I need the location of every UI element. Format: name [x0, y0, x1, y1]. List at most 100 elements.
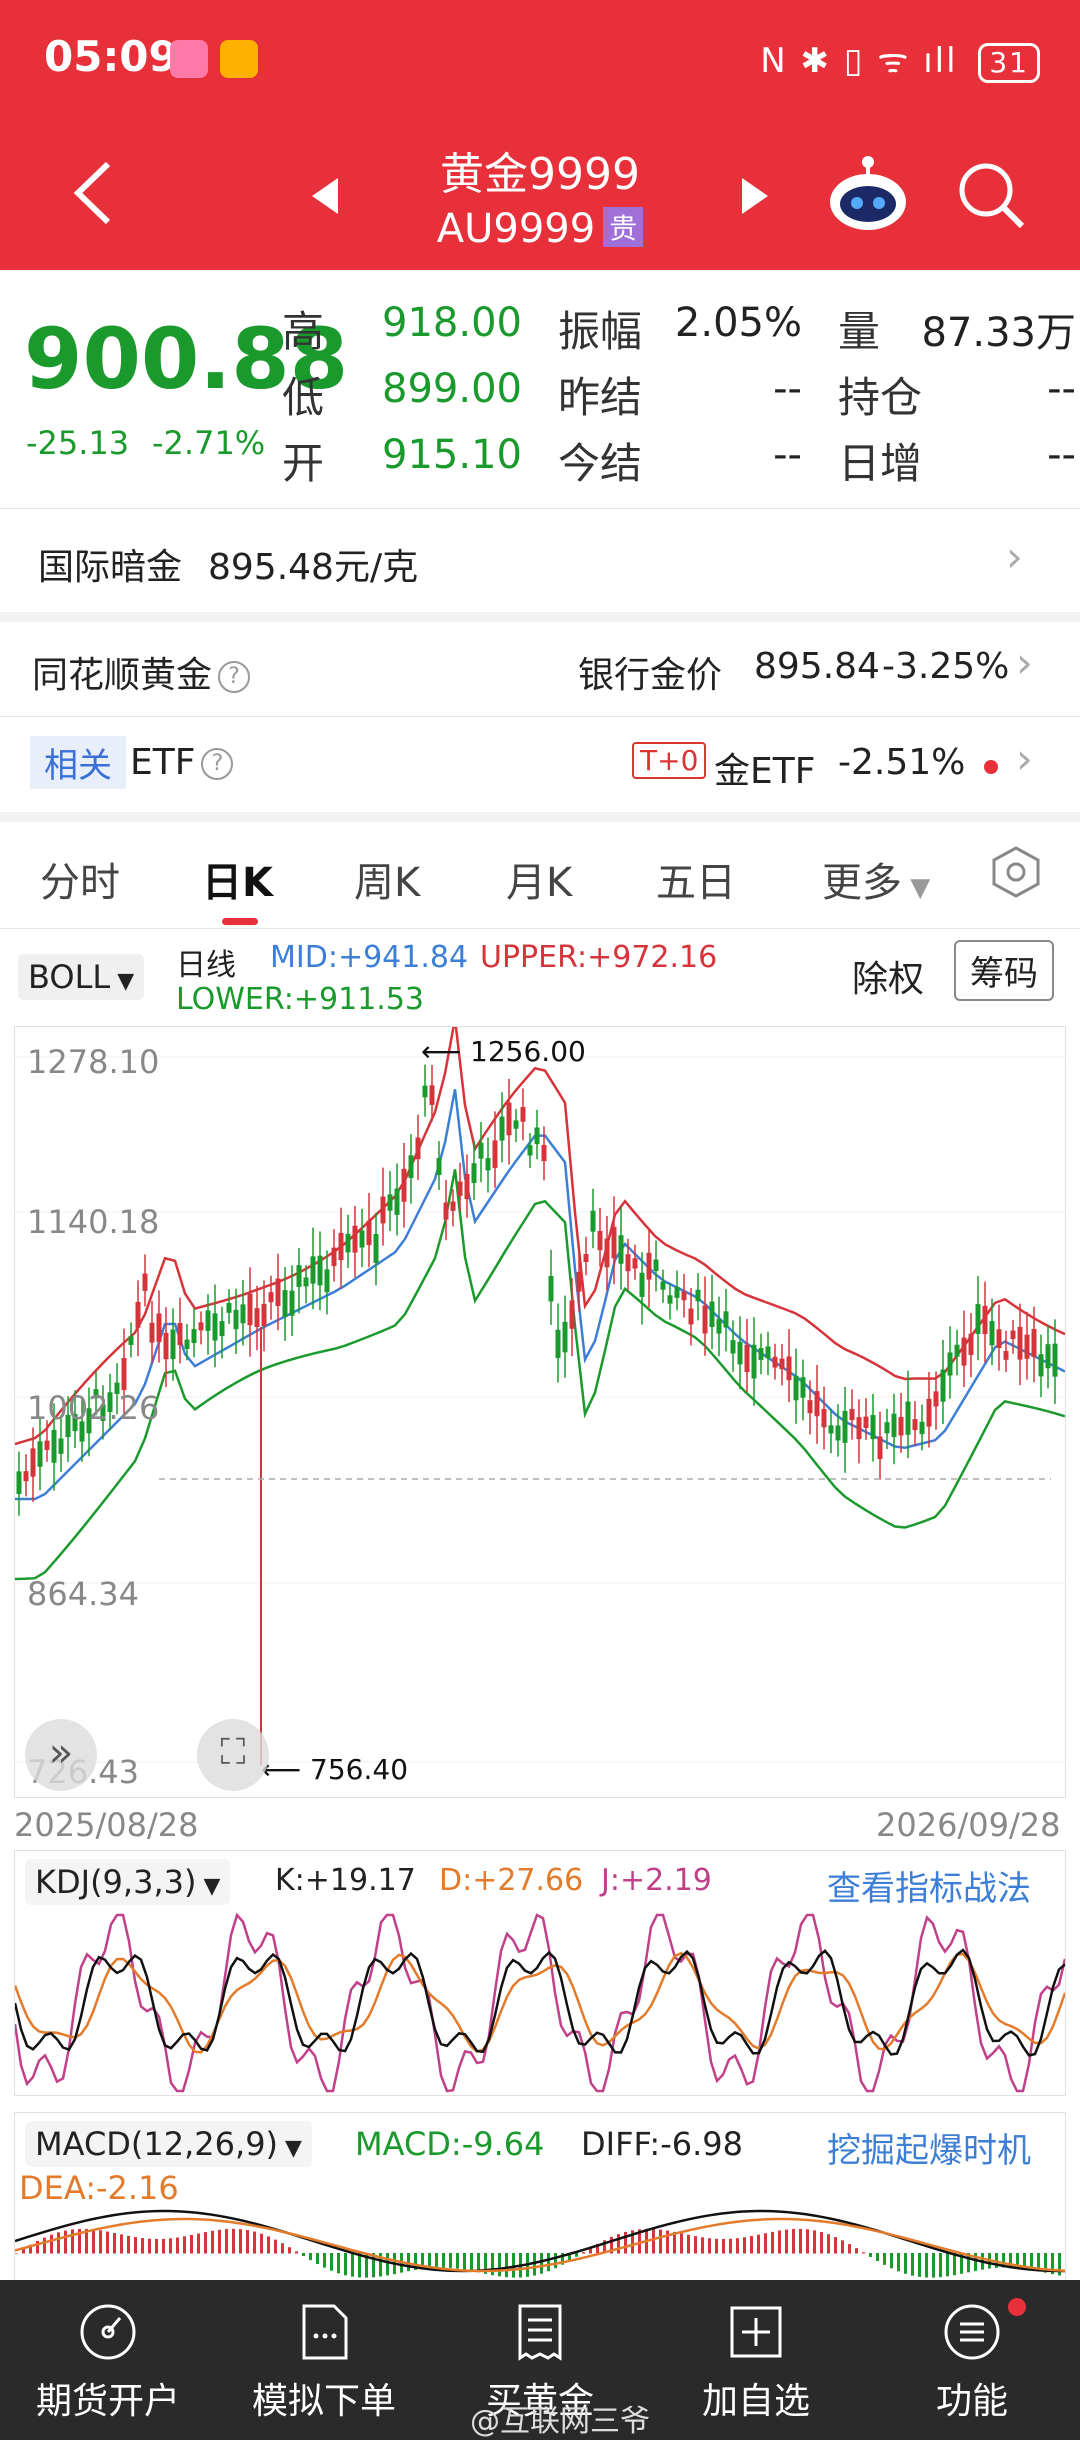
- candle-body: [226, 1303, 232, 1313]
- bank-price-pct: -3.25%: [882, 646, 1010, 687]
- candle-body: [324, 1269, 330, 1293]
- nav-futures-account[interactable]: 期货开户: [0, 2280, 216, 2440]
- macd-bar: [855, 2248, 858, 2254]
- macd-timing-link[interactable]: 挖掘起爆时机: [827, 2123, 1031, 2172]
- tab-daily-k[interactable]: 日K: [202, 850, 273, 908]
- expand-left-icon[interactable]: »: [25, 1719, 97, 1791]
- kdj-select[interactable]: KDJ(9,3,3) ▼: [25, 1859, 231, 1905]
- receipt-icon: [518, 2304, 562, 2361]
- related-tag: 相关: [30, 736, 126, 789]
- candle-body: [51, 1429, 57, 1463]
- ex-rights-button[interactable]: 除权: [852, 950, 924, 1002]
- tab-five-day[interactable]: 五日: [656, 850, 736, 908]
- nav-functions[interactable]: 功能: [864, 2280, 1080, 2440]
- candle-body: [744, 1344, 750, 1373]
- help-icon[interactable]: ?: [201, 748, 234, 780]
- fullscreen-icon[interactable]: ⛶: [197, 1719, 269, 1791]
- macd-bar: [323, 2253, 326, 2268]
- candle-body: [436, 1158, 442, 1175]
- candle-body: [163, 1332, 169, 1360]
- macd-bar: [876, 2253, 879, 2262]
- candle-body: [534, 1127, 540, 1145]
- candle-body: [415, 1137, 421, 1160]
- macd-bar: [162, 2238, 165, 2254]
- kdj-panel[interactable]: KDJ(9,3,3) ▼ K:+19.17 D:+27.66 J:+2.19 查…: [14, 1850, 1066, 2096]
- etf-row[interactable]: 相关 ETF? T+0 金ETF -2.51% ›: [0, 720, 1080, 812]
- nav-add-watchlist[interactable]: 加自选: [648, 2280, 864, 2440]
- battery-icon: 31: [978, 43, 1040, 83]
- macd-bar: [848, 2244, 851, 2254]
- open-label: 开: [282, 439, 325, 488]
- main-indicator-select[interactable]: BOLL ▼: [18, 954, 145, 1000]
- plus-square-icon: [730, 2306, 782, 2358]
- nav-label: 功能: [935, 2381, 1008, 2422]
- divider: [0, 508, 1080, 509]
- candle-body: [142, 1273, 148, 1291]
- candle-body: [471, 1163, 477, 1184]
- candle-body: [261, 1303, 267, 1327]
- candle-body: [1038, 1354, 1044, 1377]
- tab-monthly-k[interactable]: 月K: [506, 850, 572, 908]
- red-dot-icon: [1008, 2298, 1026, 2316]
- kdj-svg: [15, 1912, 1065, 2093]
- help-icon[interactable]: ?: [218, 661, 251, 693]
- macd-svg: [15, 2209, 1065, 2278]
- kline-chart[interactable]: 1278.10 1140.18 1002.26 864.34 726.43 ⟵ …: [14, 1018, 1066, 1798]
- ths-gold-row[interactable]: 同花顺黄金? 银行金价 895.84 -3.25% ›: [0, 622, 1080, 716]
- kdj-d: D:+27.66: [439, 1863, 584, 1898]
- chart-settings-button[interactable]: [990, 846, 1042, 902]
- candle-body: [184, 1339, 190, 1349]
- macd-bar: [463, 2253, 466, 2270]
- boll-upper: UPPER:+972.16: [480, 940, 718, 975]
- candle-body: [366, 1220, 372, 1246]
- tab-weekly-k[interactable]: 周K: [354, 850, 420, 908]
- chevron-right-icon: ›: [1016, 734, 1033, 783]
- macd-select[interactable]: MACD(12,26,9) ▼: [25, 2121, 312, 2167]
- candle-body: [954, 1344, 960, 1357]
- triangle-right-icon: [742, 178, 768, 214]
- macd-bar: [127, 2235, 130, 2254]
- next-instrument-button[interactable]: [740, 176, 770, 220]
- price-change-pct: -2.71%: [152, 424, 266, 462]
- candle-body: [310, 1256, 316, 1284]
- tab-more[interactable]: 更多 ▼: [822, 850, 930, 908]
- candle-body: [58, 1438, 64, 1454]
- macd-bar: [211, 2230, 214, 2254]
- price-change: -25.13: [26, 424, 130, 462]
- intl-gold-row[interactable]: 国际暗金 895.48元/克 ›: [0, 512, 1080, 612]
- macd-bar: [141, 2238, 144, 2254]
- candle-body: [737, 1341, 743, 1365]
- macd-bar: [134, 2237, 137, 2254]
- chevron-right-icon: ›: [1006, 532, 1023, 581]
- candle-body: [702, 1305, 708, 1334]
- macd-bar: [15, 2253, 18, 2254]
- macd-bar: [267, 2236, 270, 2254]
- macd-bar: [253, 2231, 256, 2254]
- volume-label: 量: [838, 307, 881, 356]
- chips-button[interactable]: 筹码: [954, 940, 1054, 1001]
- candle-body: [240, 1304, 246, 1324]
- high-value: 918.00: [382, 300, 522, 346]
- macd-bar: [92, 2229, 95, 2254]
- candle-body: [660, 1281, 666, 1290]
- chevron-right-icon: ›: [1016, 638, 1033, 687]
- candle-body: [170, 1329, 176, 1360]
- candle-body: [597, 1231, 603, 1251]
- tab-intraday[interactable]: 分时: [40, 850, 120, 908]
- search-button[interactable]: [956, 160, 1026, 234]
- kdj-strategy-link[interactable]: 查看指标战法: [827, 1861, 1031, 1910]
- low-label: 低: [282, 373, 325, 422]
- candle-body: [947, 1352, 953, 1376]
- macd-panel[interactable]: MACD(12,26,9) ▼ MACD:-9.64 DIFF:-6.98 挖掘…: [14, 2112, 1066, 2280]
- candle-body: [842, 1410, 848, 1443]
- candle-body: [23, 1471, 29, 1482]
- macd-bar: [113, 2232, 116, 2254]
- robot-assistant-button[interactable]: [826, 154, 910, 236]
- candle-body: [1003, 1351, 1009, 1360]
- nav-simulated-order[interactable]: 模拟下单: [216, 2280, 432, 2440]
- macd-bar: [729, 2238, 732, 2254]
- candle-body: [205, 1310, 211, 1331]
- candle-body: [625, 1254, 631, 1272]
- caret-down-icon: ▼: [110, 969, 135, 994]
- macd-value: MACD:-9.64: [355, 2125, 545, 2163]
